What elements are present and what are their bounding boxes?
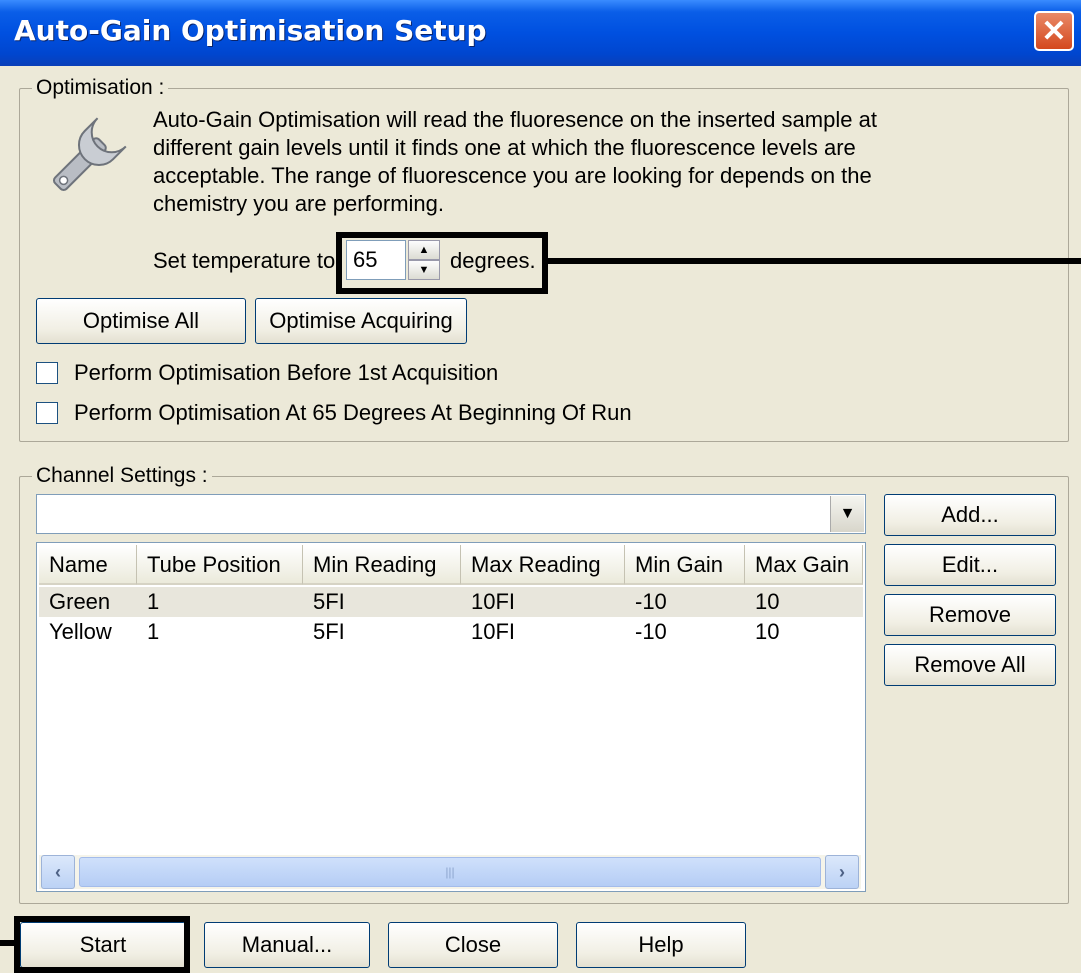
cell-min-reading: 5FI [313, 619, 345, 644]
optimise-before-acquisition-label: Perform Optimisation Before 1st Acquisit… [74, 360, 499, 385]
table-row[interactable]: Green 1 5FI 10FI -10 10 [39, 587, 863, 617]
cell-max-reading: 10FI [471, 619, 516, 644]
cell-min-reading: 5FI [313, 589, 345, 614]
temperature-prefix-label: Set temperature to [153, 248, 336, 273]
optimise-before-acquisition-checkbox[interactable] [36, 362, 58, 384]
grip-icon: ||| [445, 865, 455, 879]
start-highlight-box [14, 916, 190, 973]
combo-dropdown-button[interactable]: ▼ [830, 496, 864, 532]
chevron-left-icon: ‹ [55, 862, 61, 882]
table-row[interactable]: Yellow 1 5FI 10FI -10 10 [39, 617, 863, 647]
description-line-1: Auto-Gain Optimisation will read the flu… [153, 107, 877, 132]
close-button[interactable]: Close [388, 922, 558, 968]
temperature-callout-line [548, 258, 1081, 264]
column-header-min-reading[interactable]: Min Reading [303, 545, 461, 585]
optimise-at-start-label: Perform Optimisation At 65 Degrees At Be… [74, 400, 632, 425]
optimise-acquiring-button[interactable]: Optimise Acquiring [255, 298, 467, 344]
description-line-4: chemistry you are performing. [153, 191, 444, 216]
chevron-down-icon: ▼ [839, 505, 856, 522]
temperature-highlight-box [336, 232, 548, 294]
remove-all-channels-button[interactable]: Remove All [884, 644, 1056, 686]
chevron-right-icon: › [839, 862, 845, 882]
channel-list-header: Name Tube Position Min Reading Max Readi… [39, 545, 863, 585]
cell-max-reading: 10FI [471, 589, 516, 614]
cell-tube-position: 1 [147, 589, 160, 614]
column-header-min-gain[interactable]: Min Gain [625, 545, 745, 585]
cell-min-gain: -10 [635, 619, 667, 644]
scroll-left-button[interactable]: ‹ [41, 855, 75, 889]
scroll-right-button[interactable]: › [825, 855, 859, 889]
cell-name: Yellow [49, 619, 112, 644]
optimise-all-button[interactable]: Optimise All [36, 298, 246, 344]
optimisation-group-label: Optimisation : [32, 76, 169, 100]
title-bar[interactable]: Auto-Gain Optimisation Setup ✕ [0, 0, 1081, 66]
auto-gain-dialog: Auto-Gain Optimisation Setup ✕ Optimisat… [0, 0, 1081, 973]
channel-combo[interactable]: ▼ [36, 494, 866, 534]
close-icon: ✕ [1041, 15, 1067, 48]
optimise-at-start-checkbox[interactable] [36, 402, 58, 424]
cell-min-gain: -10 [635, 589, 667, 614]
channel-list[interactable]: Name Tube Position Min Reading Max Readi… [36, 542, 866, 892]
add-channel-button[interactable]: Add... [884, 494, 1056, 536]
cell-max-gain: 10 [755, 589, 780, 614]
manual-button[interactable]: Manual... [204, 922, 370, 968]
edit-channel-button[interactable]: Edit... [884, 544, 1056, 586]
description-line-2: different gain levels until it finds one… [153, 135, 856, 160]
scrollbar-thumb[interactable]: ||| [79, 857, 821, 887]
column-header-max-gain[interactable]: Max Gain [745, 545, 863, 585]
window-title: Auto-Gain Optimisation Setup [14, 14, 487, 47]
start-callout-line [0, 940, 14, 946]
cell-name: Green [49, 589, 111, 614]
column-header-tube-position[interactable]: Tube Position [137, 545, 303, 585]
column-header-max-reading[interactable]: Max Reading [461, 545, 625, 585]
channel-settings-group-label: Channel Settings : [32, 464, 212, 488]
close-window-button[interactable]: ✕ [1034, 11, 1074, 51]
help-button[interactable]: Help [576, 922, 746, 968]
column-header-name[interactable]: Name [39, 545, 137, 585]
cell-tube-position: 1 [147, 619, 160, 644]
description-line-3: acceptable. The range of fluorescence yo… [153, 163, 872, 188]
cell-max-gain: 10 [755, 619, 780, 644]
horizontal-scrollbar[interactable]: ‹ ||| › [39, 855, 861, 889]
wrench-icon [52, 117, 127, 192]
remove-channel-button[interactable]: Remove [884, 594, 1056, 636]
